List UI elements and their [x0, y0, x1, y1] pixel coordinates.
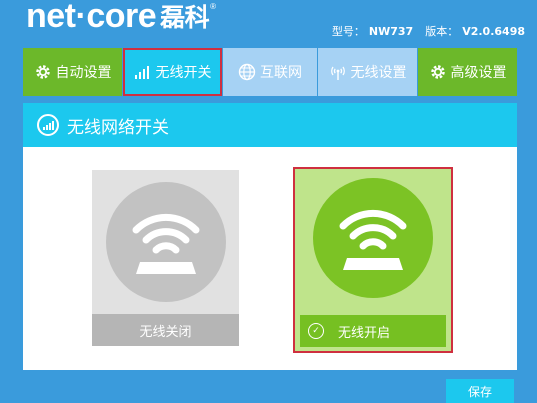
wireless-off-option[interactable]: 无线关闭 — [92, 170, 239, 346]
option-label: 无线开启 — [338, 325, 391, 341]
model-value: NW737 — [368, 25, 414, 38]
panel-header: 无线网络开关 — [23, 103, 517, 147]
tab-label: 自动设置 — [55, 65, 112, 81]
save-button[interactable]: 保存 — [446, 379, 514, 403]
tab-advanced-settings[interactable]: 高级设置 — [418, 48, 517, 96]
version-value: V2.0.6498 — [462, 25, 525, 38]
tab-internet[interactable]: 互联网 — [223, 48, 317, 96]
wireless-switch-panel: 无线网络开关 无线关闭 ✓ 无线开启 — [23, 103, 517, 370]
version-info: 型号： NW737 版本： V2.0.6498 — [332, 23, 525, 39]
gear-icon — [34, 63, 52, 81]
tab-label: 无线设置 — [350, 65, 407, 81]
antenna-icon — [329, 63, 347, 81]
wifi-router-icon — [105, 182, 226, 302]
check-circle-icon: ✓ — [308, 323, 324, 339]
tab-label: 高级设置 — [450, 65, 507, 81]
registered-mark: ® — [210, 2, 216, 11]
globe-icon — [238, 63, 256, 81]
option-label-bar: 无线关闭 — [92, 314, 239, 346]
tab-label: 无线开关 — [155, 65, 212, 81]
brand-name: net·core — [26, 0, 157, 35]
panel-title: 无线网络开关 — [67, 117, 169, 138]
netcore-logo: net·core 磊科® — [26, 0, 216, 38]
signal-bars-icon — [134, 63, 152, 81]
main-nav: 自动设置 无线开关 互联网 无线设置 高级设置 — [23, 48, 517, 96]
tab-wireless-switch[interactable]: 无线开关 — [123, 48, 222, 96]
wireless-on-option[interactable]: ✓ 无线开启 — [293, 167, 453, 353]
brand-name-cn: 磊科 — [160, 3, 210, 32]
option-label-bar: ✓ 无线开启 — [300, 315, 446, 347]
option-label: 无线关闭 — [139, 324, 192, 340]
version-label: 版本： — [425, 25, 459, 38]
wifi-router-icon — [313, 178, 433, 298]
tab-auto-setup[interactable]: 自动设置 — [23, 48, 122, 96]
tab-wireless-settings[interactable]: 无线设置 — [318, 48, 417, 96]
gear-icon — [429, 63, 447, 81]
tab-label: 互联网 — [260, 65, 302, 81]
model-label: 型号： — [331, 25, 365, 38]
signal-bars-icon — [37, 114, 59, 136]
